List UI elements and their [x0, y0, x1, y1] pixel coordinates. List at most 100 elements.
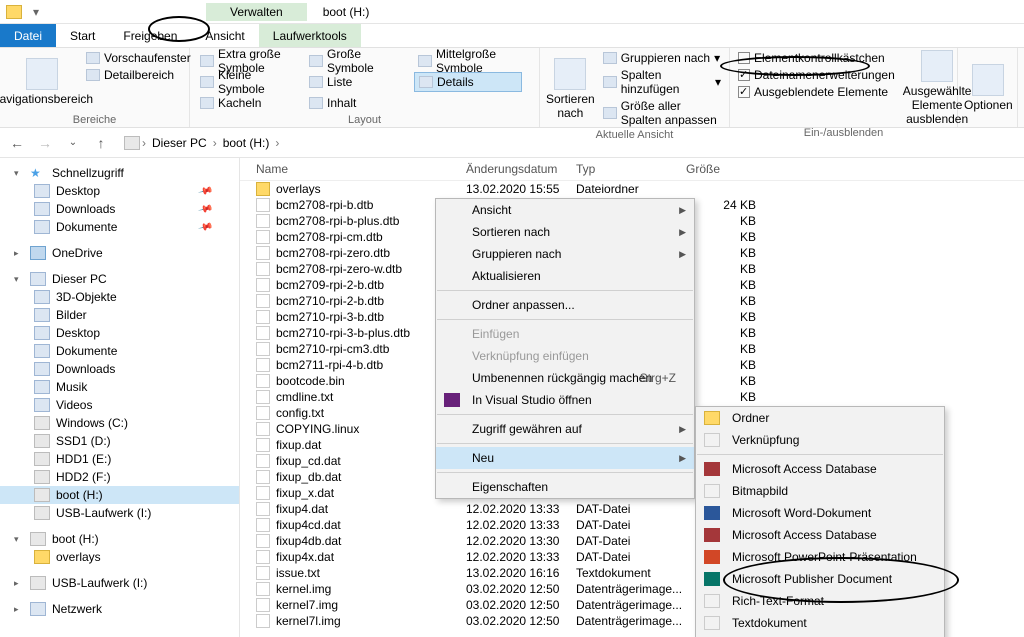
ctx-customize[interactable]: Ordner anpassen...: [436, 294, 694, 316]
sidebar-3dobjects[interactable]: 3D-Objekte: [0, 288, 239, 306]
new-shortcut[interactable]: Verknüpfung: [696, 429, 944, 451]
sidebar-desktop2[interactable]: Desktop: [0, 324, 239, 342]
tab-share[interactable]: Freigeben: [109, 24, 191, 47]
word-icon: [704, 506, 720, 520]
up-button[interactable]: ↑: [90, 132, 112, 154]
sidebar-documents2[interactable]: Dokumente: [0, 342, 239, 360]
tab-drivetools[interactable]: Laufwerktools: [259, 24, 361, 47]
chevron-right-icon[interactable]: ›: [275, 136, 279, 150]
ctx-properties[interactable]: Eigenschaften: [436, 476, 694, 498]
layout-tiles[interactable]: Kacheln: [196, 93, 304, 113]
group-label-panes: Bereiche: [6, 113, 183, 127]
new-access[interactable]: Microsoft Access Database: [696, 458, 944, 480]
checkbox-item-checkboxes[interactable]: Elementkontrollkästchen: [736, 50, 897, 66]
title-bar: ▾ Verwalten boot (H:): [0, 0, 1024, 24]
options-button[interactable]: Optionen: [964, 50, 1013, 125]
sidebar-downloads2[interactable]: Downloads: [0, 360, 239, 378]
ctx-give-access[interactable]: Zugriff gewähren auf▶: [436, 418, 694, 440]
checkbox-hidden-items[interactable]: Ausgeblendete Elemente: [736, 84, 897, 100]
sidebar-overlays[interactable]: overlays: [0, 548, 239, 566]
new-folder[interactable]: Ordner: [696, 407, 944, 429]
visualstudio-icon: [444, 393, 460, 407]
new-pptx[interactable]: Microsoft PowerPoint-Präsentation: [696, 546, 944, 568]
col-date[interactable]: Änderungsdatum: [466, 162, 576, 176]
new-rtf[interactable]: Rich-Text-Format: [696, 590, 944, 612]
sidebar-usbi[interactable]: USB-Laufwerk (I:): [0, 504, 239, 522]
chevron-right-icon: ▶: [679, 205, 686, 216]
sidebar-booth[interactable]: boot (H:): [0, 486, 239, 504]
new-access2[interactable]: Microsoft Access Database: [696, 524, 944, 546]
navigation-pane-button[interactable]: Navigationsbereich: [6, 50, 78, 113]
chevron-right-icon: ▶: [679, 453, 686, 464]
sidebar-pictures[interactable]: Bilder: [0, 306, 239, 324]
add-columns-button[interactable]: Spalten hinzufügen ▾: [601, 67, 723, 97]
qat-dropdown-icon[interactable]: ▾: [26, 2, 46, 22]
sidebar-hdd2[interactable]: HDD2 (F:): [0, 468, 239, 486]
new-txt[interactable]: Textdokument: [696, 612, 944, 634]
ctx-sort[interactable]: Sortieren nach▶: [436, 221, 694, 243]
new-bitmap[interactable]: Bitmapbild: [696, 480, 944, 502]
powerpoint-icon: [704, 550, 720, 564]
sidebar-videos[interactable]: Videos: [0, 396, 239, 414]
new-publisher[interactable]: Microsoft Publisher Document: [696, 568, 944, 590]
sidebar-documents[interactable]: Dokumente📌: [0, 218, 239, 236]
sidebar-ssd1[interactable]: SSD1 (D:): [0, 432, 239, 450]
ctx-paste: Einfügen: [436, 323, 694, 345]
ctx-new[interactable]: Neu▶: [436, 447, 694, 469]
ribbon: Navigationsbereich Vorschaufenster Detai…: [0, 48, 1024, 128]
group-label-currentview: Aktuelle Ansicht: [546, 128, 723, 142]
bitmap-icon: [704, 484, 720, 498]
chevron-right-icon: ▶: [679, 249, 686, 260]
crumb-boot[interactable]: boot (H:): [219, 134, 274, 152]
chevron-right-icon: ▶: [679, 227, 686, 238]
sidebar-downloads[interactable]: Downloads📌: [0, 200, 239, 218]
tab-view[interactable]: Ansicht: [191, 24, 258, 47]
recent-dropdown[interactable]: ⌄: [62, 132, 84, 154]
tab-start[interactable]: Start: [56, 24, 109, 47]
size-all-columns-button[interactable]: Größe aller Spalten anpassen: [601, 98, 723, 128]
layout-list[interactable]: Liste: [305, 72, 413, 92]
chevron-right-icon[interactable]: ›: [142, 136, 146, 150]
ctx-refresh[interactable]: Aktualisieren: [436, 265, 694, 287]
file-list: Name Änderungsdatum Typ Größe overlays13…: [240, 158, 1024, 637]
col-type[interactable]: Typ: [576, 162, 686, 176]
sidebar-booth-root[interactable]: ▾boot (H:): [0, 530, 239, 548]
publisher-icon: [704, 572, 720, 586]
tab-file[interactable]: Datei: [0, 24, 56, 47]
sidebar-music[interactable]: Musik: [0, 378, 239, 396]
drive-icon: [124, 136, 140, 150]
new-word[interactable]: Microsoft Word-Dokument: [696, 502, 944, 524]
file-row[interactable]: overlays13.02.2020 15:55Dateiordner: [240, 181, 1024, 197]
layout-lg[interactable]: Große Symbole: [305, 51, 413, 71]
details-pane-button[interactable]: Detailbereich: [84, 67, 193, 83]
sidebar-hdd1[interactable]: HDD1 (E:): [0, 450, 239, 468]
chevron-right-icon[interactable]: ›: [213, 136, 217, 150]
preview-pane-button[interactable]: Vorschaufenster: [84, 50, 193, 66]
sidebar-winc[interactable]: Windows (C:): [0, 414, 239, 432]
sidebar-network[interactable]: ▸Netzwerk: [0, 600, 239, 618]
group-by-button[interactable]: Gruppieren nach ▾: [601, 50, 723, 66]
layout-md[interactable]: Mittelgroße Symbole: [414, 51, 522, 71]
layout-sm[interactable]: Kleine Symbole: [196, 72, 304, 92]
ctx-open-vs[interactable]: In Visual Studio öffnen: [436, 389, 694, 411]
ctx-undo[interactable]: Umbenennen rückgängig machenStrg+Z: [436, 367, 694, 389]
ctx-view[interactable]: Ansicht▶: [436, 199, 694, 221]
col-name[interactable]: Name: [256, 162, 466, 176]
sidebar-desktop[interactable]: Desktop📌: [0, 182, 239, 200]
crumb-thispc[interactable]: Dieser PC: [148, 134, 211, 152]
col-size[interactable]: Größe: [686, 162, 756, 176]
sidebar-thispc[interactable]: ▾Dieser PC: [0, 270, 239, 288]
checkbox-filename-extensions[interactable]: Dateinamenerweiterungen: [736, 67, 897, 83]
context-menu: Ansicht▶ Sortieren nach▶ Gruppieren nach…: [435, 198, 695, 499]
back-button[interactable]: ←: [6, 132, 28, 154]
shortcut-icon: [704, 433, 720, 447]
layout-details[interactable]: Details: [414, 72, 522, 92]
sidebar-onedrive[interactable]: ▸OneDrive: [0, 244, 239, 262]
sort-by-button[interactable]: Sortieren nach: [546, 50, 595, 128]
sidebar-usbi-root[interactable]: ▸USB-Laufwerk (I:): [0, 574, 239, 592]
manage-contextual-tab[interactable]: Verwalten: [206, 3, 307, 21]
sidebar-quickaccess[interactable]: ▾★Schnellzugriff: [0, 164, 239, 182]
ctx-group[interactable]: Gruppieren nach▶: [436, 243, 694, 265]
layout-content[interactable]: Inhalt: [305, 93, 413, 113]
forward-button[interactable]: →: [34, 132, 56, 154]
